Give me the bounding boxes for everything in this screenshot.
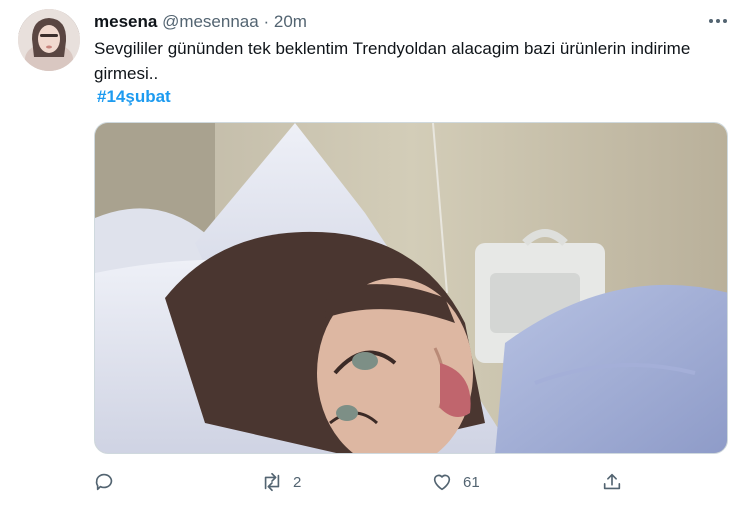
share-button[interactable] <box>601 468 623 496</box>
retweet-button[interactable]: 2 <box>261 468 301 496</box>
display-name[interactable]: mesena <box>94 12 157 31</box>
retweet-icon <box>264 472 280 492</box>
like-button[interactable]: 61 <box>431 468 480 496</box>
tweet-actions: 2 61 <box>94 468 654 496</box>
tweet-media[interactable] <box>94 122 728 454</box>
heart-icon <box>433 474 451 491</box>
avatar[interactable] <box>18 9 80 71</box>
tweet[interactable]: mesena @mesennaa · 20m Sevgililer gününd… <box>0 0 742 508</box>
retweet-count: 2 <box>293 473 302 491</box>
share-icon <box>603 473 621 490</box>
more-dots-icon <box>709 19 727 23</box>
hashtag-link[interactable]: #14şubat <box>97 86 171 108</box>
separator: · <box>263 12 270 31</box>
like-count: 61 <box>463 473 480 491</box>
tweet-header: mesena @mesennaa · 20m <box>94 11 307 33</box>
tweet-text: Sevgililer gününden tek beklentim Trendy… <box>94 39 691 83</box>
media-image <box>95 123 727 453</box>
reply-icon <box>95 473 113 491</box>
more-options-button[interactable] <box>706 12 730 30</box>
reply-button[interactable] <box>94 468 116 496</box>
user-handle[interactable]: @mesennaa <box>162 12 259 31</box>
timestamp[interactable]: 20m <box>274 12 307 31</box>
avatar-image <box>18 9 80 71</box>
